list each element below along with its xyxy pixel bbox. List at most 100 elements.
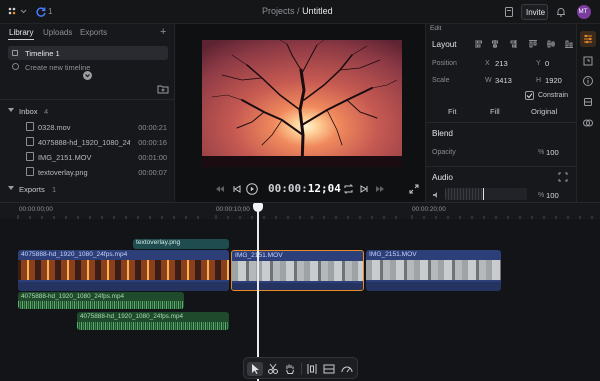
y-field[interactable]: 0	[545, 59, 549, 68]
add-item-button[interactable]: +	[160, 26, 166, 38]
opacity-field[interactable]: 100	[546, 148, 559, 157]
document-icon	[505, 7, 513, 17]
hand-tool-button[interactable]	[282, 362, 298, 376]
video-preview[interactable]	[202, 40, 402, 167]
timeline-toolbar	[243, 357, 358, 379]
edit-tool-button[interactable]	[580, 31, 596, 47]
fullscreen-icon[interactable]	[409, 184, 419, 194]
file-name: 4075888-hd_1920_1080_24f...	[38, 138, 130, 147]
checkmark-icon	[526, 93, 533, 99]
avatar[interactable]: MT	[577, 5, 591, 19]
skip-forward-icon[interactable]	[374, 184, 384, 194]
play-icon[interactable]	[246, 183, 258, 195]
section-divider	[426, 166, 577, 167]
tab-uploads[interactable]: Uploads	[43, 28, 72, 37]
notifications-button[interactable]	[555, 6, 567, 18]
step-forward-icon[interactable]	[359, 184, 369, 194]
clip-thumbnails	[18, 260, 229, 280]
layers-icon[interactable]	[582, 96, 594, 108]
align-icons[interactable]	[474, 39, 574, 49]
audio-settings-icon[interactable]	[558, 172, 568, 182]
select-tool-button[interactable]	[247, 362, 263, 376]
notes-button[interactable]	[503, 6, 515, 18]
effects-icon[interactable]	[582, 117, 594, 129]
info-icon[interactable]	[582, 75, 594, 87]
file-name: IMG_2151.MOV	[38, 153, 92, 162]
h-label: H	[536, 77, 542, 84]
collapse-handle[interactable]	[83, 71, 92, 80]
file-name: 0328.mov	[38, 123, 71, 132]
volume-meter[interactable]	[445, 188, 527, 200]
video-clip-selected[interactable]: IMG_2151.MOV	[231, 250, 364, 291]
file-icon	[26, 152, 34, 161]
trim-tool-button[interactable]	[304, 362, 320, 376]
cursor-arrow-icon	[252, 364, 259, 374]
audio-waveform	[18, 301, 184, 309]
speed-icon	[341, 366, 353, 373]
bell-icon	[557, 8, 565, 17]
tab-exports[interactable]: Exports	[80, 28, 107, 37]
slip-tool-button[interactable]	[321, 362, 337, 376]
transport-controls: 00:00:12;04	[176, 181, 425, 197]
transform-icon[interactable]	[582, 55, 594, 67]
tab-library[interactable]: Library	[9, 28, 33, 37]
clip-thumbnails	[232, 261, 363, 281]
x-field[interactable]: 213	[495, 59, 508, 68]
speaker-icon	[433, 192, 437, 198]
ruler-label: 00:00:00;00	[19, 206, 53, 213]
playhead[interactable]	[253, 203, 263, 381]
clip-audio-strip	[232, 283, 363, 290]
ruler-ticks	[17, 215, 593, 219]
position-label: Position	[432, 60, 457, 67]
file-name: textoverlay.png	[38, 168, 88, 177]
overlay-clip[interactable]: textoverlay.png	[133, 239, 229, 249]
audio-clip[interactable]: 4075888-hd_1920_1080_24fps.mp4	[77, 312, 229, 330]
list-item[interactable]: 0328.mov 00:00:21	[0, 120, 175, 134]
original-option[interactable]: Original	[531, 107, 557, 116]
clip-label: IMG_2151.MOV	[369, 251, 417, 258]
loop-icon[interactable]	[343, 184, 354, 194]
new-folder-button[interactable]	[157, 84, 169, 94]
sync-status[interactable]: 1	[35, 6, 57, 18]
video-clip[interactable]: 4075888-hd_1920_1080_24fps.mp4	[18, 250, 229, 291]
timecode-prefix: 00:00:	[268, 182, 308, 195]
video-clip[interactable]: IMG_2151.MOV	[366, 250, 501, 291]
project-name[interactable]: Untitled	[302, 6, 333, 16]
step-back-icon[interactable]	[232, 184, 242, 194]
clip-label: 4075888-hd_1920_1080_24fps.mp4	[21, 251, 128, 258]
sunset-tree-image	[202, 40, 402, 167]
list-item[interactable]: 4075888-hd_1920_1080_24f... 00:00:16	[0, 135, 175, 149]
time-ruler[interactable]: 00:00:00;00 00:00:10;00 00:00:20;00	[0, 203, 600, 219]
sync-count: 1	[48, 7, 53, 16]
razor-tool-button[interactable]	[265, 362, 281, 376]
clip-label: 4075888-hd_1920_1080_24fps.mp4	[21, 293, 125, 300]
list-item[interactable]: textoverlay.png 00:00:07	[0, 165, 175, 179]
edit-title: Edit	[430, 25, 442, 32]
scale-label: Scale	[432, 77, 450, 84]
edit-panel: Edit Layout Position X 213 Y 0 Scale W 3…	[425, 24, 577, 202]
skip-back-icon[interactable]	[216, 184, 226, 194]
audio-volume-field[interactable]: 100	[546, 191, 559, 200]
breadcrumb-projects[interactable]: Projects	[262, 6, 295, 16]
inbox-folder[interactable]: Inbox 4	[0, 105, 175, 117]
invite-button[interactable]: Invite	[521, 4, 548, 20]
w-field[interactable]: 3413	[495, 76, 512, 85]
list-item[interactable]: IMG_2151.MOV 00:01:00	[0, 150, 175, 164]
volume-handle[interactable]	[483, 188, 484, 200]
timeline-item[interactable]: Timeline 1	[8, 46, 168, 60]
audio-clip[interactable]: 4075888-hd_1920_1080_24fps.mp4	[18, 292, 184, 309]
file-duration: 00:01:00	[138, 153, 167, 162]
x-label: X	[485, 60, 490, 67]
speed-tool-button[interactable]	[339, 362, 355, 376]
avatar-initials: MT	[578, 8, 588, 15]
exports-folder[interactable]: Exports 1	[0, 183, 175, 195]
constrain-checkbox[interactable]	[525, 91, 534, 100]
fill-option[interactable]: Fill	[490, 107, 500, 116]
ruler-label: 00:00:20;00	[412, 206, 446, 213]
hand-icon	[286, 364, 294, 374]
app-menu-button[interactable]	[6, 5, 28, 19]
fit-mode-group: Fit Fill Original	[430, 105, 574, 118]
audio-heading: Audio	[432, 173, 453, 182]
fit-option[interactable]: Fit	[448, 107, 456, 116]
h-field[interactable]: 1920	[545, 76, 562, 85]
